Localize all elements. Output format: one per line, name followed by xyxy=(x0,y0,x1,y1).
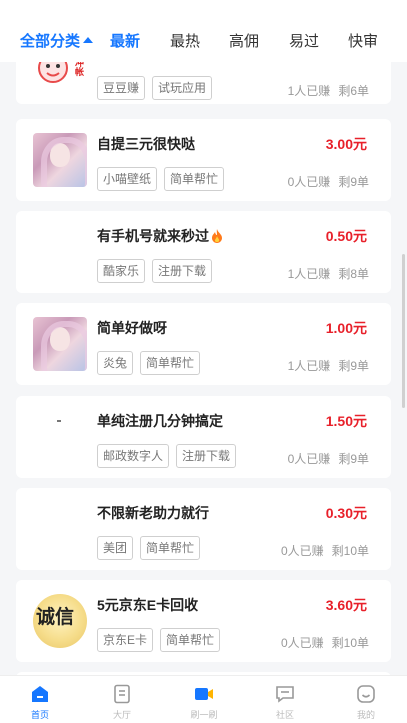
filter-bar: 全部分类 最新 最热 高佣 易过 快审 xyxy=(0,0,407,62)
task-tag: 简单帮忙 xyxy=(140,351,201,375)
community-icon xyxy=(276,686,294,703)
task-thumbnail xyxy=(33,225,87,279)
thumbnail-text: 诚信 xyxy=(36,606,75,628)
tab-hottest[interactable]: 最热 xyxy=(170,30,200,51)
hall-icon xyxy=(114,684,130,704)
remaining-count: 剩6单 xyxy=(338,84,369,98)
bottom-tab-bar: 首页 大厅 刷一刷 社区 我的 xyxy=(0,675,407,723)
fire-icon xyxy=(212,229,222,243)
task-tag: 注册下载 xyxy=(152,259,213,283)
task-title: 简单好做呀 xyxy=(97,320,167,336)
task-title: 不限新老助力就行 xyxy=(97,505,209,521)
task-card[interactable]: 简单好做呀 1.00元 炎兔 简单帮忙 1人已赚 剩9单 xyxy=(16,303,391,385)
earned-count: 1人已赚 xyxy=(287,359,331,373)
task-card[interactable]: 诚信 5元京东E卡回收 3.60元 京东E卡 简单帮忙 0人已赚 剩10单 xyxy=(16,580,391,662)
task-tag: 小喵壁纸 xyxy=(97,167,158,191)
task-tag: 酷家乐 xyxy=(97,259,146,283)
remaining-count: 剩9单 xyxy=(338,452,369,466)
task-price: 0.30元 xyxy=(325,505,367,521)
task-tag: 简单帮忙 xyxy=(164,167,225,191)
task-thumbnail xyxy=(33,410,87,464)
tabbar-label: 我的 xyxy=(356,710,375,720)
task-card[interactable]: 自提三元很快哒 3.00元 小喵壁纸 简单帮忙 0人已赚 剩9单 xyxy=(16,119,391,201)
caret-up-icon xyxy=(83,37,94,43)
task-price: 0.50元 xyxy=(325,228,367,244)
earned-count: 1人已赚 xyxy=(287,267,331,281)
task-thumbnail xyxy=(33,502,87,556)
tabbar-label: 大厅 xyxy=(112,710,131,720)
tabbar-item-video[interactable]: 刷一刷 xyxy=(174,684,234,721)
task-price: 3.00元 xyxy=(325,136,367,152)
tabbar-label: 首页 xyxy=(30,710,49,720)
remaining-count: 剩8单 xyxy=(338,267,369,281)
tab-newest[interactable]: 最新 xyxy=(110,30,140,51)
task-thumbnail: 诚信 xyxy=(33,594,87,648)
task-price: 1.00元 xyxy=(325,320,367,336)
task-tag: 简单帮忙 xyxy=(160,628,221,652)
tabbar-item-home[interactable]: 首页 xyxy=(10,684,70,721)
task-card[interactable]: 单纯注册几分钟搞定 1.50元 邮政数字人 注册下载 0人已赚 剩9单 xyxy=(16,396,391,478)
task-title: 自提三元很快哒 xyxy=(97,136,195,152)
task-tag: 试玩应用 xyxy=(152,76,213,100)
tabbar-label: 社区 xyxy=(275,710,294,720)
tab-high-commission[interactable]: 高佣 xyxy=(229,30,259,51)
task-title: 5元京东E卡回收 xyxy=(97,597,199,613)
earned-count: 0人已赚 xyxy=(280,636,324,650)
task-tag: 炎兔 xyxy=(97,351,134,375)
task-thumbnail xyxy=(33,317,87,371)
remaining-count: 剩10单 xyxy=(331,544,369,558)
remaining-count: 剩9单 xyxy=(338,359,369,373)
earned-count: 0人已赚 xyxy=(280,544,324,558)
remaining-count: 剩9单 xyxy=(338,175,369,189)
task-tag: 注册下载 xyxy=(176,444,237,468)
profile-icon xyxy=(357,685,375,703)
task-list[interactable]: 冲帐 豆豆赚 试玩应用 1人已赚 剩6单 自提三元很快哒 3.00元 小喵壁纸 简单帮… xyxy=(0,0,407,675)
video-icon xyxy=(195,688,213,700)
task-title: 有手机号就来秒过 xyxy=(97,226,223,246)
task-price: 3.60元 xyxy=(325,597,367,613)
tabbar-label: 刷一刷 xyxy=(190,710,218,720)
home-icon xyxy=(32,686,48,702)
task-price: 1.50元 xyxy=(325,413,367,429)
task-tag: 豆豆赚 xyxy=(97,76,146,100)
tab-easy-pass[interactable]: 易过 xyxy=(289,30,319,51)
category-dropdown[interactable]: 全部分类 xyxy=(20,30,94,51)
scrollbar[interactable] xyxy=(402,254,405,408)
tabbar-item-community[interactable]: 社区 xyxy=(255,684,315,721)
tabbar-item-hall[interactable]: 大厅 xyxy=(92,684,152,721)
task-tag: 邮政数字人 xyxy=(97,444,170,468)
task-thumbnail xyxy=(33,133,87,187)
remaining-count: 剩10单 xyxy=(331,636,369,650)
task-title: 单纯注册几分钟搞定 xyxy=(97,413,223,429)
earned-count: 1人已赚 xyxy=(287,84,331,98)
tabbar-item-profile[interactable]: 我的 xyxy=(336,684,396,721)
task-tag: 京东E卡 xyxy=(97,628,154,652)
task-tag: 简单帮忙 xyxy=(140,536,201,560)
task-tag: 美团 xyxy=(97,536,134,560)
earned-count: 0人已赚 xyxy=(287,452,331,466)
task-card[interactable]: 有手机号就来秒过 0.50元 酷家乐 注册下载 1人已赚 剩8单 xyxy=(16,211,391,293)
task-card[interactable]: 不限新老助力就行 0.30元 美团 简单帮忙 0人已赚 剩10单 xyxy=(16,488,391,570)
tab-fast-review[interactable]: 快审 xyxy=(348,30,378,51)
earned-count: 0人已赚 xyxy=(287,175,331,189)
